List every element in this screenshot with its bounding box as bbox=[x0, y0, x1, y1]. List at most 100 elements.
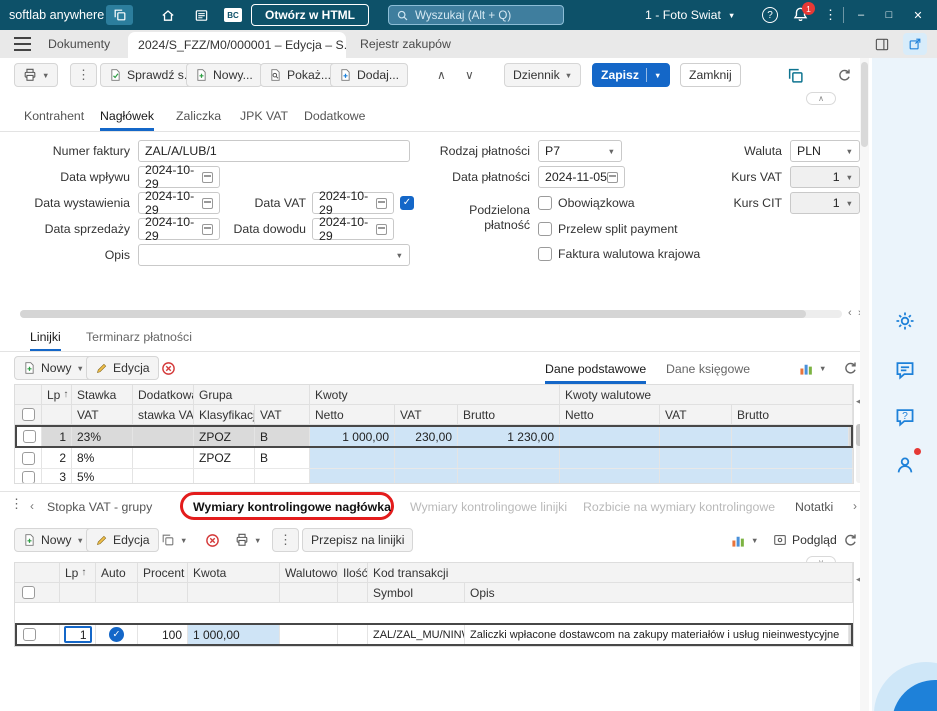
maximize-button[interactable]: □ bbox=[876, 0, 902, 30]
more-menu-icon[interactable]: ⋮ bbox=[824, 0, 837, 30]
tab-zaliczka[interactable]: Zaliczka bbox=[176, 104, 221, 128]
show-button[interactable]: Pokaż... bbox=[260, 63, 341, 87]
tab-dokumenty[interactable]: Dokumenty bbox=[48, 30, 110, 58]
col-walutowo[interactable]: Walutowo bbox=[280, 563, 338, 583]
tab-linijki-active[interactable]: Linijki bbox=[30, 325, 61, 352]
workspace-switcher-icon[interactable] bbox=[106, 5, 133, 25]
tab-dodatkowe[interactable]: Dodatkowe bbox=[304, 104, 366, 128]
row-checkbox[interactable] bbox=[17, 625, 60, 644]
bc-icon[interactable]: BC bbox=[224, 8, 242, 22]
data-vat-input[interactable]: 2024-10-29 bbox=[312, 189, 394, 217]
lines-new-button[interactable]: Nowy ▼ bbox=[14, 356, 93, 380]
row-checkbox[interactable] bbox=[15, 469, 42, 483]
dims-more-button[interactable]: ⋮ bbox=[272, 528, 299, 552]
data-platnosci-input[interactable]: 2024-11-05 bbox=[538, 166, 625, 188]
tabs-scroll-left-icon[interactable]: ‹ bbox=[30, 499, 34, 513]
tab-document-active[interactable]: 2024/S_FZZ/M0/000001 – Edycja – S... bbox=[128, 32, 346, 58]
lines-chart-button[interactable]: ▼ bbox=[790, 356, 835, 380]
help-icon[interactable]: ? bbox=[762, 7, 778, 23]
data-sprzedazy-input[interactable]: 2024-10-29 bbox=[138, 215, 220, 243]
table-row-selected[interactable]: 1 23% ZPOZ B 1 000,00 230,00 1 230,00 bbox=[15, 425, 853, 448]
company-selector[interactable]: 1 - Foto Swiat ▼ bbox=[645, 0, 735, 30]
print-button[interactable]: ▼ bbox=[14, 63, 59, 87]
close-document-button[interactable]: Zamknij bbox=[680, 63, 741, 87]
col-stawka[interactable]: Stawka bbox=[72, 385, 133, 405]
scroll-left-icon[interactable]: ‹ bbox=[848, 307, 852, 319]
close-button[interactable]: ✕ bbox=[905, 0, 931, 30]
dims-new-button[interactable]: Nowy ▼ bbox=[14, 528, 93, 552]
news-icon[interactable] bbox=[191, 7, 211, 23]
data-vat-checkbox[interactable]: ✓ bbox=[400, 196, 414, 210]
dims-row-selected[interactable]: 1 ✓ 100 1 000,00 ZAL/ZAL_MU/NINW Zaliczk… bbox=[15, 623, 853, 646]
home-icon[interactable] bbox=[158, 7, 178, 23]
tabs-scroll-right-icon[interactable]: › bbox=[853, 499, 857, 513]
duplicate-window-button[interactable] bbox=[778, 63, 813, 87]
select-all-checkbox[interactable] bbox=[15, 583, 60, 603]
dims-edit-button[interactable]: Edycja bbox=[86, 528, 159, 552]
data-dowodu-input[interactable]: 2024-10-29 bbox=[312, 215, 394, 243]
dims-chart-button[interactable]: ▼ bbox=[722, 528, 767, 552]
tab-rozbicie[interactable]: Rozbicie na wymiary kontrolingowe bbox=[583, 495, 775, 519]
col-vat-walutowe[interactable]: VAT bbox=[660, 405, 732, 425]
row-checkbox[interactable] bbox=[17, 427, 42, 446]
add-button[interactable]: Dodaj... bbox=[330, 63, 409, 87]
rodzaj-platnosci-select[interactable]: P7 ▼ bbox=[538, 140, 622, 162]
next-record-button[interactable]: ∨ bbox=[456, 63, 483, 87]
row-checkbox[interactable] bbox=[15, 448, 42, 468]
notifications-icon[interactable]: 1 bbox=[792, 2, 815, 24]
tab-kontrahent[interactable]: Kontrahent bbox=[24, 104, 84, 128]
col-brutto-walutowe[interactable]: Brutto bbox=[732, 405, 853, 425]
minimize-button[interactable]: – bbox=[848, 0, 874, 30]
data-wplywu-input[interactable]: 2024-10-29 bbox=[138, 163, 220, 191]
tab-terminarz[interactable]: Terminarz płatności bbox=[86, 325, 192, 349]
tab-naglowek-active[interactable]: Nagłówek bbox=[100, 104, 154, 131]
save-button[interactable]: Zapisz ▼ bbox=[592, 63, 671, 87]
feedback-chat-icon[interactable] bbox=[887, 352, 923, 388]
col-dodatkowa[interactable]: Dodatkowa bbox=[133, 385, 194, 405]
table-row[interactable]: 2 8% ZPOZ B bbox=[15, 448, 853, 469]
select-all-checkbox[interactable] bbox=[15, 405, 42, 425]
col-kwota[interactable]: Kwota bbox=[188, 563, 280, 583]
horizontal-scrollbar[interactable] bbox=[20, 310, 842, 318]
new-document-button[interactable]: Nowy... bbox=[186, 63, 262, 87]
col-grupa-vat[interactable]: VAT bbox=[255, 405, 310, 425]
col-lp[interactable]: Lp ↑ bbox=[42, 385, 72, 405]
help-chat-icon[interactable]: ? bbox=[887, 399, 923, 435]
calendar-icon[interactable] bbox=[202, 171, 213, 183]
menu-icon[interactable] bbox=[14, 37, 31, 51]
col-vat[interactable]: VAT bbox=[395, 405, 458, 425]
col-netto[interactable]: Netto bbox=[310, 405, 395, 425]
assistant-icon[interactable] bbox=[887, 303, 923, 339]
col-netto-walutowe[interactable]: Netto bbox=[560, 405, 660, 425]
col-brutto[interactable]: Brutto bbox=[458, 405, 560, 425]
przelew-split-checkbox[interactable] bbox=[538, 222, 552, 236]
col-dodatkowa-stawka[interactable]: stawka VAT bbox=[133, 405, 194, 425]
view-dane-ksiegowe[interactable]: Dane księgowe bbox=[666, 357, 750, 381]
toolbar-more-button[interactable]: ⋮ bbox=[70, 63, 97, 87]
scrollbar-thumb[interactable] bbox=[861, 62, 868, 147]
global-search-input[interactable]: Wyszukaj (Alt + Q) bbox=[388, 5, 564, 25]
przepisz-na-linijki-button[interactable]: Przepisz na linijki bbox=[302, 528, 414, 552]
col-procent[interactable]: Procent bbox=[138, 563, 188, 583]
open-external-icon[interactable] bbox=[903, 33, 927, 55]
col-auto[interactable]: Auto bbox=[96, 563, 138, 583]
main-vertical-scrollbar[interactable] bbox=[860, 58, 869, 711]
contacts-icon[interactable] bbox=[887, 447, 923, 483]
dims-print-button[interactable]: ▼ bbox=[226, 528, 270, 552]
col-stawka-vat[interactable]: VAT bbox=[72, 405, 133, 425]
cell-lp[interactable]: 1 bbox=[60, 625, 96, 644]
dims-copy-button[interactable]: ▼ bbox=[152, 528, 196, 552]
opis-select[interactable]: ▼ bbox=[138, 244, 410, 266]
scrollbar-thumb[interactable] bbox=[20, 310, 806, 318]
refresh-button[interactable] bbox=[828, 63, 861, 87]
drag-handle-icon[interactable]: ⋮ bbox=[10, 496, 23, 512]
col-ilosc[interactable]: Ilość bbox=[338, 563, 368, 583]
tab-stopka-vat[interactable]: Stopka VAT - grupy bbox=[47, 495, 152, 519]
prev-record-button[interactable]: ∧ bbox=[428, 63, 455, 87]
journal-select[interactable]: Dziennik ▼ bbox=[504, 63, 582, 87]
calendar-icon[interactable] bbox=[202, 223, 213, 235]
waluta-select[interactable]: PLN ▼ bbox=[790, 140, 860, 162]
tab-wymiary-naglowka-active[interactable]: Wymiary kontrolingowe nagłówka bbox=[193, 495, 391, 519]
col-grupa[interactable]: Grupa bbox=[194, 385, 310, 405]
collapse-header-button[interactable]: ∧ bbox=[806, 92, 836, 105]
